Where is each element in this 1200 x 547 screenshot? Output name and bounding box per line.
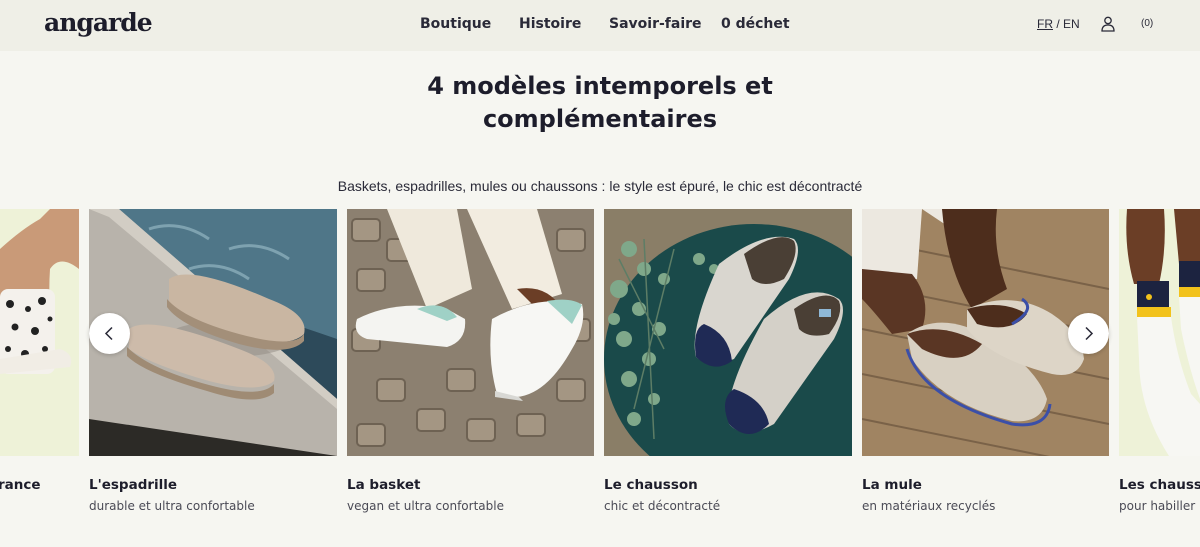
title-line-2: complémentaires xyxy=(482,105,718,133)
lang-en[interactable]: EN xyxy=(1063,17,1080,31)
logo[interactable]: angarde xyxy=(44,8,153,37)
product-name-espadrille[interactable]: L'espadrille xyxy=(89,477,177,493)
product-desc-partial-right: pour habiller m xyxy=(1119,499,1200,513)
carousel-next-button[interactable] xyxy=(1068,313,1109,354)
product-name-partial-right[interactable]: Les chaussett xyxy=(1119,477,1200,493)
product-name-partial-left[interactable]: rance xyxy=(0,477,41,493)
page-subtitle: Baskets, espadrilles, mules ou chaussons… xyxy=(337,178,863,194)
user-icon[interactable] xyxy=(1101,16,1115,32)
product-name-chausson[interactable]: Le chausson xyxy=(604,477,698,493)
product-image-basket[interactable] xyxy=(347,209,594,456)
chevron-right-icon xyxy=(1085,326,1094,341)
product-name-basket[interactable]: La basket xyxy=(347,477,420,493)
product-image-partial-left[interactable] xyxy=(0,209,79,456)
lang-separator: / xyxy=(1056,17,1060,31)
product-desc-espadrille: durable et ultra confortable xyxy=(89,499,255,513)
lang-fr[interactable]: FR xyxy=(1037,17,1053,31)
product-desc-basket: vegan et ultra confortable xyxy=(347,499,504,513)
site-header: angarde Boutique Histoire Savoir-faire 0… xyxy=(0,0,1200,51)
nav-histoire[interactable]: Histoire xyxy=(519,16,581,32)
cart-count[interactable]: (0) xyxy=(1141,18,1153,29)
title-line-1: 4 modèles intemporels et xyxy=(427,72,773,100)
nav-zero-dechet[interactable]: 0 déchet xyxy=(721,16,790,32)
product-desc-chausson: chic et décontracté xyxy=(604,499,721,513)
product-desc-mule: en matériaux recyclés xyxy=(862,499,996,513)
product-name-mule[interactable]: La mule xyxy=(862,477,922,493)
product-image-chausson[interactable] xyxy=(604,209,852,456)
nav-boutique[interactable]: Boutique xyxy=(420,16,491,32)
carousel-prev-button[interactable] xyxy=(89,313,130,354)
language-switcher: FR / EN xyxy=(1037,17,1080,31)
page-title: 4 modèles intemporels et complémentaires xyxy=(0,70,1200,136)
product-image-partial-right[interactable] xyxy=(1119,209,1200,456)
nav-savoir-faire[interactable]: Savoir-faire xyxy=(609,16,702,32)
chevron-left-icon xyxy=(104,326,113,341)
